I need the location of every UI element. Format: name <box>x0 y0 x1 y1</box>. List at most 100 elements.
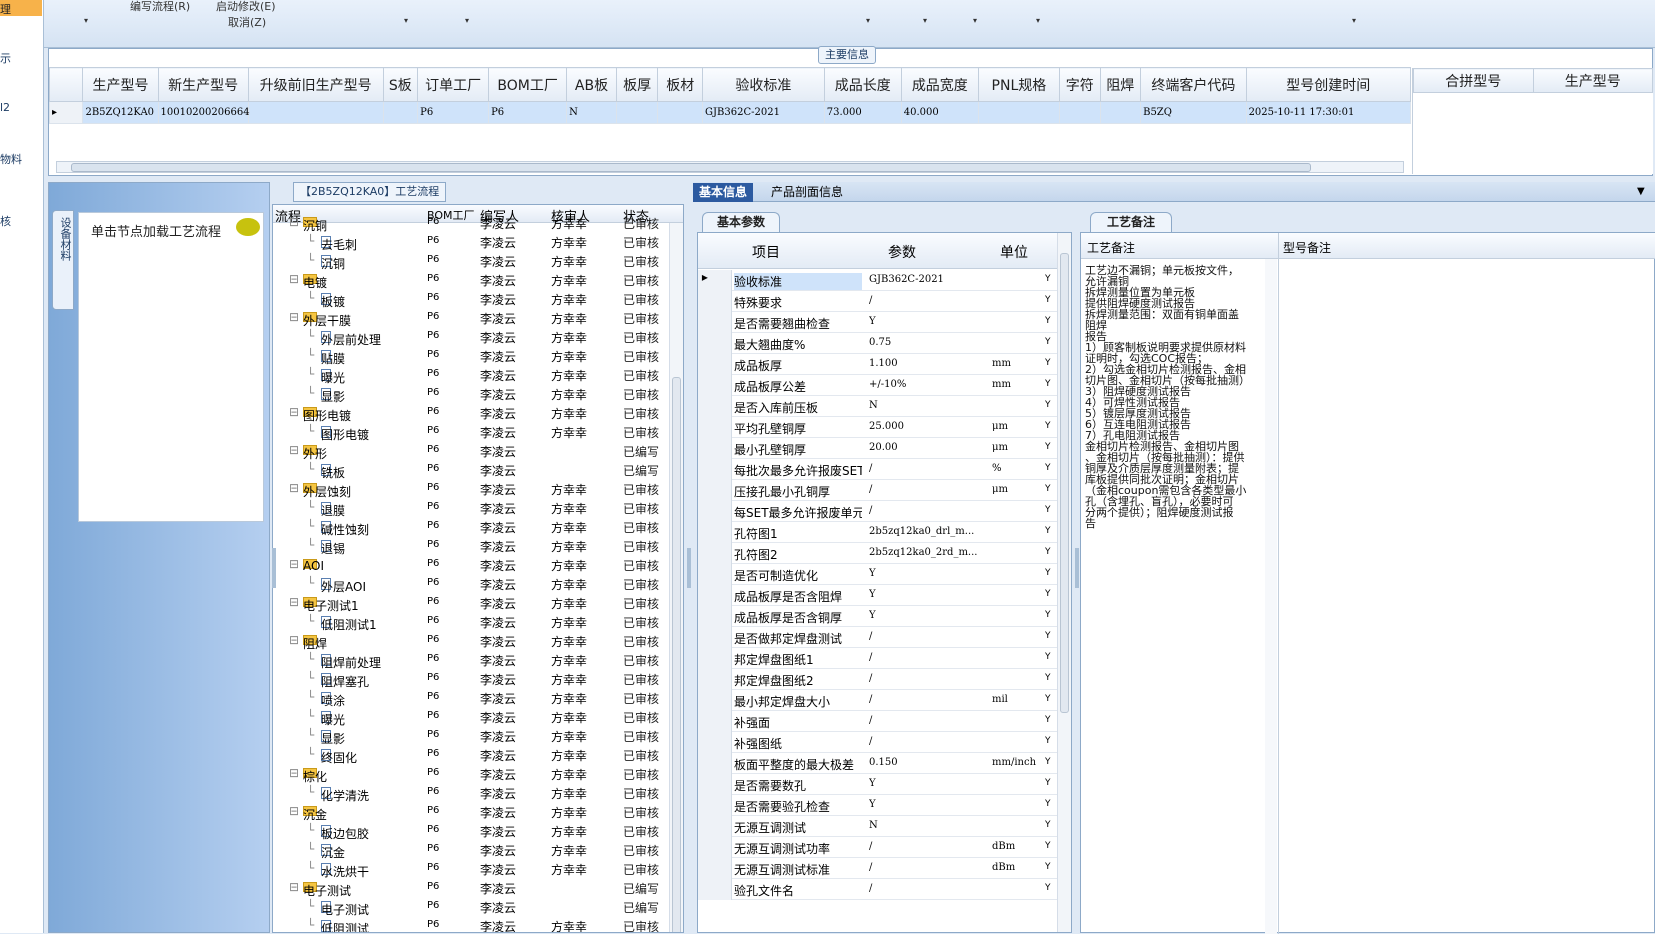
param-value[interactable]: Y <box>869 589 985 600</box>
dropdown-arrow-icon[interactable]: ▾ <box>866 16 870 25</box>
process-row[interactable]: └ 外层AOI P6 李凌云 方幸幸 已审核 <box>273 574 669 594</box>
col-header[interactable]: 成品长度 <box>823 67 902 102</box>
param-row[interactable]: 压接孔最小孔铜厚 / μm Y <box>698 480 1058 501</box>
col-header[interactable]: 升级前旧生产型号 <box>247 67 384 102</box>
process-row[interactable]: └ 阻焊塞孔 P6 李凌云 方幸幸 已审核 <box>273 669 669 689</box>
param-value[interactable]: 2b5zq12ka0_drl_m... <box>869 526 985 537</box>
process-row[interactable]: ⊟ 外层干膜 P6 李凌云 方幸幸 已审核 <box>273 308 669 328</box>
process-row[interactable]: └ 化学清洗 P6 李凌云 方幸幸 已审核 <box>273 783 669 803</box>
table-cell[interactable] <box>1099 101 1142 124</box>
param-row[interactable]: 邦定焊盘图纸2 / Y <box>698 669 1058 690</box>
process-row[interactable]: ⊟ 电子测试1 P6 李凌云 方幸幸 已审核 <box>273 593 669 613</box>
param-row[interactable]: 是否入库前压板 N Y <box>698 396 1058 417</box>
dropdown-arrow-icon[interactable]: ▾ <box>973 16 977 25</box>
process-row[interactable]: └ 贴膜 P6 李凌云 方幸幸 已审核 <box>273 346 669 366</box>
process-row[interactable]: └ 铣板 P6 李凌云 已编写 <box>273 460 669 480</box>
process-row[interactable]: └ 外层前处理 P6 李凌云 方幸幸 已审核 <box>273 327 669 347</box>
table-cell[interactable] <box>657 101 704 124</box>
param-row[interactable]: 是否做邦定焊盘测试 / Y <box>698 627 1058 648</box>
dropdown-arrow-icon[interactable]: ▾ <box>84 16 88 25</box>
process-row[interactable]: └ 低阻测试 P6 李凌云 方幸幸 已审核 <box>273 916 669 932</box>
param-row[interactable]: 是否可制造优化 Y Y <box>698 564 1058 585</box>
param-value[interactable]: / <box>869 694 985 705</box>
nav-item-4[interactable]: 物料 <box>0 151 22 167</box>
param-value[interactable]: / <box>869 652 985 663</box>
param-row[interactable]: 成品板厚是否含阻焊 Y Y <box>698 585 1058 606</box>
table-cell[interactable]: B5ZQ <box>1140 101 1247 124</box>
param-row[interactable]: 成品板厚 1.100 mm Y <box>698 354 1058 375</box>
col-header[interactable]: 生产型号 <box>1532 68 1653 93</box>
tab-basic-info[interactable]: 基本信息 <box>693 183 754 202</box>
scrollbar-thumb[interactable] <box>71 163 1311 172</box>
splitter-handle[interactable] <box>1075 548 1079 588</box>
table-cell[interactable] <box>977 101 1060 124</box>
process-row[interactable]: └ 图形电镀 P6 李凌云 方幸幸 已审核 <box>273 422 669 442</box>
table-cell[interactable]: 40.000 <box>900 101 979 124</box>
edit-flow-button[interactable]: 编写流程(R) <box>130 0 190 14</box>
param-value[interactable]: / <box>869 631 985 642</box>
dropdown-arrow-icon[interactable]: ▾ <box>404 16 408 25</box>
col-header[interactable]: BOM工厂 <box>488 67 568 102</box>
param-value[interactable]: N <box>869 820 985 831</box>
table-cell[interactable] <box>382 101 419 124</box>
col-header[interactable]: 新生产型号 <box>157 67 249 102</box>
param-row[interactable]: 最小邦定焊盘大小 / mil Y <box>698 690 1058 711</box>
equipment-material-tab[interactable]: 设备材料 <box>52 210 74 310</box>
col-header[interactable]: PNL规格 <box>977 67 1060 102</box>
process-row[interactable]: ⊟ 沉铜 P6 李凌云 方幸幸 已审核 <box>273 213 669 233</box>
table-cell[interactable]: 10010200206664 <box>157 101 250 124</box>
process-row[interactable]: └ 沉金 P6 李凌云 方幸幸 已审核 <box>273 840 669 860</box>
col-header[interactable]: 型号创建时间 <box>1245 67 1412 102</box>
process-row[interactable]: └ 终固化 P6 李凌云 方幸幸 已审核 <box>273 745 669 765</box>
process-row[interactable]: ⊟ 棕化 P6 李凌云 方幸幸 已审核 <box>273 764 669 784</box>
dropdown-arrow-icon[interactable]: ▾ <box>1036 16 1040 25</box>
col-header[interactable]: 项目 <box>752 242 780 262</box>
param-row[interactable]: 补强面 / Y <box>698 711 1058 732</box>
process-row[interactable]: ⊟ 沉金 P6 李凌云 方幸幸 已审核 <box>273 802 669 822</box>
param-value[interactable]: Y <box>869 778 985 789</box>
process-row[interactable]: ⊟ 外层蚀刻 P6 李凌云 方幸幸 已审核 <box>273 479 669 499</box>
param-row[interactable]: 平均孔壁铜厚 25.000 μm Y <box>698 417 1058 438</box>
col-header[interactable]: 板材 <box>657 67 704 102</box>
tab-process-notes[interactable]: 工艺备注 <box>1090 212 1173 232</box>
process-row[interactable]: └ 退锡 P6 李凌云 方幸幸 已审核 <box>273 536 669 556</box>
process-row[interactable]: ⊟ 电镀 P6 李凌云 方幸幸 已审核 <box>273 270 669 290</box>
scrollbar-thumb[interactable] <box>672 377 681 932</box>
horizontal-scrollbar[interactable] <box>56 161 1404 173</box>
col-header[interactable]: 单位 <box>1000 242 1028 262</box>
col-header[interactable]: 订单工厂 <box>417 67 490 102</box>
param-value[interactable]: 0.75 <box>869 337 985 348</box>
nav-item-1[interactable]: 理 <box>0 1 11 17</box>
table-cell[interactable] <box>615 101 659 124</box>
param-row[interactable]: 验孔文件名 / Y <box>698 879 1058 900</box>
param-row[interactable]: 每批次最多允许报废SET /% Y <box>698 459 1058 480</box>
param-value[interactable]: / <box>869 673 985 684</box>
vertical-scrollbar[interactable] <box>1057 233 1071 932</box>
dropdown-arrow-icon[interactable]: ▾ <box>923 16 927 25</box>
tab-basic-params[interactable]: 基本参数 <box>702 212 781 232</box>
dropdown-arrow-icon[interactable]: ▾ <box>1352 16 1356 25</box>
process-row[interactable]: ⊟ 外形 P6 李凌云 已编写 <box>273 441 669 461</box>
param-value[interactable]: / <box>869 862 985 873</box>
process-row[interactable]: └ 曝光 P6 李凌云 方幸幸 已审核 <box>273 707 669 727</box>
col-header[interactable]: 生产型号 <box>82 67 159 102</box>
process-row[interactable]: └ 板镀 P6 李凌云 方幸幸 已审核 <box>273 289 669 309</box>
process-row[interactable]: └ 阻焊前处理 P6 李凌云 方幸幸 已审核 <box>273 650 669 670</box>
table-cell[interactable]: GJB362C-2021 <box>702 101 825 124</box>
nav-item-5[interactable]: 核 <box>0 213 11 229</box>
param-value[interactable]: N <box>869 400 985 411</box>
vertical-scrollbar[interactable] <box>669 223 683 932</box>
param-value[interactable]: 25.000 <box>869 421 985 432</box>
process-row[interactable]: └ 水洗烘干 P6 李凌云 方幸幸 已审核 <box>273 859 669 879</box>
col-header[interactable]: 阻焊 <box>1099 67 1142 102</box>
process-row[interactable]: └ 去毛刺 P6 李凌云 方幸幸 已审核 <box>273 232 669 252</box>
col-header[interactable]: 合拼型号 <box>1413 68 1534 93</box>
param-row[interactable]: 板面平整度的最大极差 0.150 mm/inch Y <box>698 753 1058 774</box>
param-value[interactable]: GJB362C-2021 <box>869 274 985 285</box>
param-value[interactable]: / <box>869 841 985 852</box>
splitter-handle[interactable] <box>272 548 276 588</box>
dropdown-arrow-icon[interactable]: ▾ <box>465 16 469 25</box>
param-row[interactable]: 特殊要求 / Y <box>698 291 1058 312</box>
tab-product-section[interactable]: 产品剖面信息 <box>765 183 849 202</box>
param-row[interactable]: 无源互调测试功率 / dBm Y <box>698 837 1058 858</box>
